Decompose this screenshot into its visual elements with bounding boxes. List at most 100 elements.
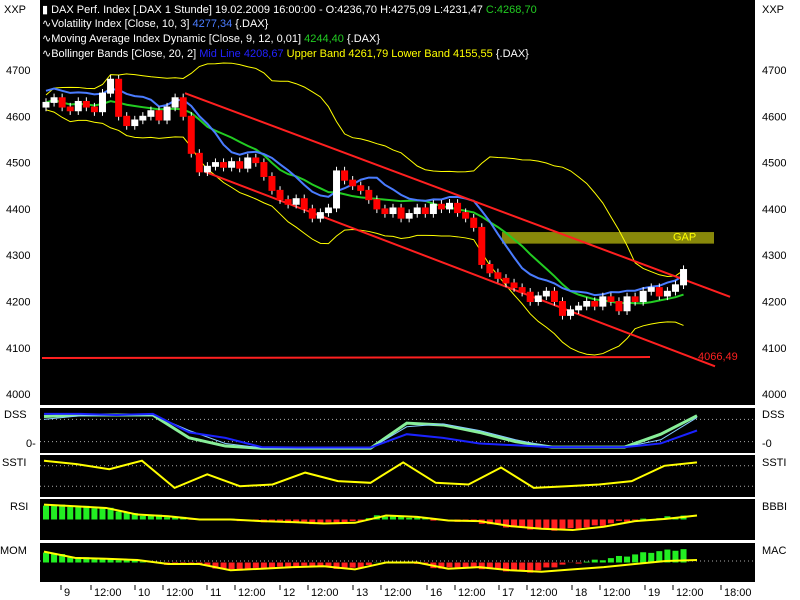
candle-body bbox=[680, 269, 688, 286]
dss-zero-right: -0 bbox=[762, 438, 772, 450]
wave-icon: ∿ bbox=[42, 48, 52, 60]
candle-body bbox=[381, 208, 389, 215]
y-tick-left: 4100 bbox=[6, 343, 30, 355]
mac-bar bbox=[446, 562, 453, 568]
mac-bar bbox=[115, 560, 122, 563]
indicator-source: {.DAX} bbox=[232, 18, 269, 30]
indicator-name: Bollinger Bands [Close, 20, 2] bbox=[51, 48, 200, 60]
candle-body bbox=[42, 101, 50, 108]
candle-body bbox=[74, 100, 82, 112]
candle-body bbox=[179, 97, 187, 117]
bbbi-bar bbox=[164, 517, 171, 520]
candle-body bbox=[66, 106, 74, 112]
bbbi-bar bbox=[301, 519, 308, 522]
candle-body bbox=[631, 296, 639, 302]
candle-body bbox=[542, 290, 550, 297]
x-tick-label: 12:00 bbox=[603, 587, 631, 599]
y-tick-left: 4000 bbox=[6, 389, 30, 401]
mac-bar bbox=[632, 554, 639, 563]
candle-body bbox=[284, 199, 292, 205]
candle-body bbox=[558, 301, 566, 316]
indicator-name: Volatility Index [Close, 10, 3] bbox=[51, 18, 193, 30]
candle-body bbox=[567, 309, 575, 316]
candle-body bbox=[663, 290, 671, 297]
y-tick-right: 4000 bbox=[762, 389, 786, 401]
candle-body bbox=[292, 198, 300, 205]
bbbi-bar bbox=[43, 505, 49, 520]
dss-label-right: DSS bbox=[762, 409, 785, 421]
candle-body bbox=[308, 208, 316, 219]
y-tick-left: 4700 bbox=[6, 65, 30, 77]
candle-body bbox=[115, 78, 123, 117]
chart-window: 4700 4700 4600 4600 4500 4500 4400 4400 4300 4300… bbox=[0, 0, 800, 600]
header-line-ma[interactable]: ∿Moving Average Index Dynamic [Close, 9,… bbox=[42, 32, 380, 45]
candle-body bbox=[575, 305, 583, 311]
wave-icon: ∿ bbox=[42, 18, 52, 30]
bbbi-bar bbox=[615, 519, 622, 521]
y-tick-left: 4300 bbox=[6, 250, 30, 262]
x-tick-label: 12:00 bbox=[94, 587, 122, 599]
indicator-source: {.DAX} bbox=[492, 48, 529, 60]
candle-body bbox=[82, 100, 90, 108]
x-tick-label: 12 bbox=[283, 587, 295, 599]
bbbi-bar bbox=[75, 506, 82, 520]
candle-body bbox=[349, 179, 357, 187]
bbbi-label: BBBI bbox=[762, 501, 788, 513]
mac-bar bbox=[277, 562, 284, 567]
mac-bar bbox=[228, 562, 235, 570]
mac-bar bbox=[551, 562, 558, 568]
candle-body bbox=[123, 115, 131, 127]
indicator-value: 4277,34 bbox=[192, 18, 233, 30]
mac-bar bbox=[543, 562, 550, 568]
x-tick-label: 17 bbox=[502, 587, 514, 599]
x-tick-label: 11 bbox=[210, 587, 221, 599]
y-tick-right: 4500 bbox=[762, 158, 786, 170]
price-info: DAX Perf. Index [.DAX 1 Stunde] 19.02.20… bbox=[51, 4, 486, 16]
x-tick-label: 9 bbox=[64, 587, 70, 599]
bbbi-bar bbox=[139, 515, 146, 520]
mac-bar bbox=[365, 562, 372, 566]
mac-bar bbox=[591, 559, 598, 563]
bbbi-bar bbox=[99, 507, 106, 520]
mac-bar bbox=[583, 561, 590, 563]
header-line-volatility[interactable]: ∿Volatility Index [Close, 10, 3] 4277,34… bbox=[42, 17, 268, 30]
candle-body bbox=[478, 226, 486, 265]
y-tick-right: 4400 bbox=[762, 204, 786, 216]
candle-body bbox=[518, 287, 526, 293]
candle-body bbox=[316, 212, 324, 219]
candle-icon: ▮ bbox=[42, 4, 52, 16]
candle-body bbox=[98, 92, 106, 113]
bbbi-bar bbox=[543, 519, 550, 529]
candle-body bbox=[203, 165, 211, 173]
y-tick-right: 4200 bbox=[762, 297, 786, 309]
gap-label: GAP bbox=[673, 232, 696, 244]
dss-zero-left: 0- bbox=[26, 438, 36, 450]
candle-body bbox=[647, 287, 655, 292]
candle-body bbox=[373, 199, 381, 210]
candle-body bbox=[90, 106, 98, 113]
x-tick-label: 12:00 bbox=[238, 587, 266, 599]
bbbi-bar bbox=[567, 519, 574, 529]
bbbi-bar bbox=[115, 511, 122, 520]
bbbi-bar bbox=[51, 505, 58, 520]
y-tick-right: 4700 bbox=[762, 65, 786, 77]
x-tick-label: 18 bbox=[575, 587, 587, 599]
x-tick-label: 19 bbox=[648, 587, 660, 599]
x-tick-label: 12:00 bbox=[530, 587, 558, 599]
bbbi-bar bbox=[599, 519, 606, 526]
candle-body bbox=[429, 203, 437, 215]
header-line-bollinger[interactable]: ∿Bollinger Bands [Close, 20, 2] Mid Line… bbox=[42, 47, 529, 60]
candle-body bbox=[623, 296, 631, 312]
candle-body bbox=[526, 291, 534, 302]
mac-bar bbox=[519, 562, 526, 571]
candle-body bbox=[550, 290, 558, 302]
scale-label-right: XXP bbox=[762, 4, 785, 16]
candle-body bbox=[50, 97, 58, 103]
candle-body bbox=[268, 175, 276, 191]
indicator-value: 4244,40 bbox=[304, 33, 344, 45]
mac-bar bbox=[607, 558, 614, 563]
panel-2 bbox=[40, 455, 755, 497]
y-tick-right: 4300 bbox=[762, 250, 786, 262]
bbbi-bar bbox=[591, 519, 598, 526]
candle-body bbox=[365, 189, 373, 201]
